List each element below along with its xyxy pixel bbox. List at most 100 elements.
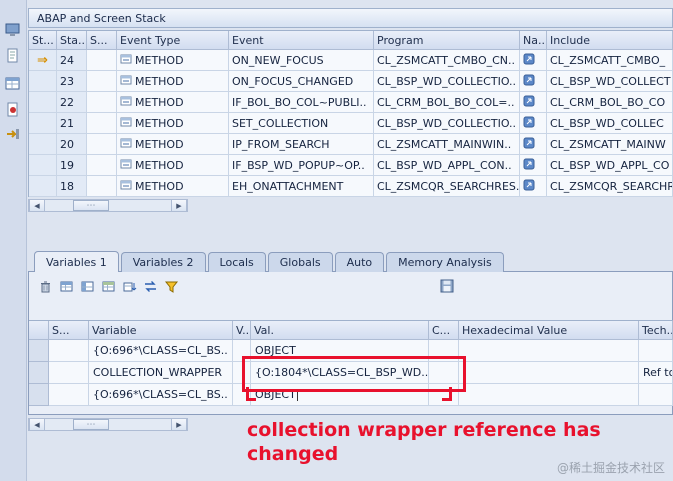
tab-auto[interactable]: Auto	[334, 252, 385, 272]
navigation-arrow-icon[interactable]	[5, 126, 21, 142]
hex-value-cell	[459, 362, 639, 384]
stack-flag-cell	[87, 176, 117, 197]
stack-row[interactable]: ⇒ 24 METHOD ON_NEW_FOCUS CL_ZSMCATT_CMBO…	[29, 50, 673, 71]
scrollbar-track[interactable]	[45, 419, 171, 430]
hex-value-cell	[459, 384, 639, 406]
method-icon	[120, 53, 132, 68]
layout-table-3-icon[interactable]	[99, 277, 117, 295]
event-type-label: METHOD	[135, 158, 184, 172]
event-type-cell: METHOD	[117, 71, 229, 92]
row-selector[interactable]	[29, 362, 49, 384]
stack-row[interactable]: 23 METHOD ON_FOCUS_CHANGED CL_BSP_WD_COL…	[29, 71, 673, 92]
navigate-cell[interactable]	[520, 134, 547, 155]
tech-type-cell: Ref to	[639, 362, 673, 384]
highlight-corner-mark	[442, 398, 452, 401]
tab-variables-2[interactable]: Variables 2	[120, 252, 206, 272]
col-header-variable: Variable	[89, 321, 233, 340]
stack-row[interactable]: 20 METHOD IP_FROM_SEARCH CL_ZSMCATT_MAIN…	[29, 134, 673, 155]
scroll-left-icon[interactable]: ◀	[29, 419, 45, 430]
tab-variables-1[interactable]: Variables 1	[34, 251, 119, 272]
structure-icon[interactable]	[5, 76, 21, 92]
stack-pointer-cell	[29, 113, 57, 134]
breakpoint-icon[interactable]	[5, 102, 21, 118]
col-header-v: V...	[233, 321, 251, 340]
tech-type-cell	[639, 384, 673, 406]
col-header-s: S...	[87, 31, 117, 50]
col-header-na: Na...	[520, 31, 547, 50]
stack-header-row: St... Sta... S... Event Type Event Progr…	[29, 31, 673, 50]
layout-table-1-icon[interactable]	[57, 277, 75, 295]
scrollbar-thumb[interactable]	[73, 200, 109, 211]
navigate-cell[interactable]	[520, 113, 547, 134]
tab-memory-analysis[interactable]: Memory Analysis	[386, 252, 504, 272]
row-selector[interactable]	[29, 384, 49, 406]
navigate-cell[interactable]	[520, 71, 547, 92]
program-cell: CL_BSP_WD_COLLECTIO..	[374, 71, 520, 92]
row-selector[interactable]	[29, 340, 49, 362]
method-icon	[120, 137, 132, 152]
left-toolbar	[0, 0, 27, 481]
col-header-program: Program	[374, 31, 520, 50]
stack-horizontal-scrollbar[interactable]: ◀ ▶	[28, 199, 188, 212]
swap-layout-icon[interactable]	[141, 277, 159, 295]
stack-row[interactable]: 18 METHOD EH_ONATTACHMENT CL_ZSMCQR_SEAR…	[29, 176, 673, 197]
session-icon[interactable]	[5, 22, 21, 38]
highlight-rectangle	[242, 356, 466, 392]
navigate-cell[interactable]	[520, 155, 547, 176]
tab-globals[interactable]: Globals	[267, 252, 333, 272]
navigate-cell[interactable]	[520, 92, 547, 113]
stack-flag-cell	[87, 71, 117, 92]
method-icon	[120, 179, 132, 194]
event-cell: EH_ONATTACHMENT	[229, 176, 374, 197]
include-cell: CL_ZSMCATT_MAINW	[547, 134, 673, 155]
scroll-right-icon[interactable]: ▶	[171, 419, 187, 430]
col-header-include: Include	[547, 31, 673, 50]
s-cell	[49, 340, 89, 362]
tab-locals[interactable]: Locals	[207, 252, 266, 272]
filter-icon[interactable]	[162, 277, 180, 295]
stack-pointer-cell	[29, 176, 57, 197]
navigate-cell[interactable]	[520, 50, 547, 71]
stack-row[interactable]: 21 METHOD SET_COLLECTION CL_BSP_WD_COLLE…	[29, 113, 673, 134]
col-header-val: Val.	[251, 321, 429, 340]
variable-name-cell[interactable]: {O:696*\CLASS=CL_BS..	[89, 340, 233, 362]
scroll-left-icon[interactable]: ◀	[29, 200, 45, 211]
variables-tabstrip: Variables 1 Variables 2 Locals Globals A…	[34, 251, 504, 272]
stack-flag-cell	[87, 134, 117, 155]
stack-row[interactable]: 19 METHOD IF_BSP_WD_POPUP~OP.. CL_BSP_WD…	[29, 155, 673, 176]
stack-row[interactable]: 22 METHOD IF_BOL_BO_COL~PUBLI.. CL_CRM_B…	[29, 92, 673, 113]
save-icon[interactable]	[438, 277, 456, 295]
col-header-c: C...	[429, 321, 459, 340]
variable-name-cell[interactable]: COLLECTION_WRAPPER	[89, 362, 233, 384]
current-stack-pointer-icon: ⇒	[29, 50, 57, 71]
scrollbar-track[interactable]	[45, 200, 171, 211]
delete-icon[interactable]	[36, 277, 54, 295]
scrollbar-thumb[interactable]	[73, 419, 109, 430]
stack-panel-title: ABAP and Screen Stack	[28, 8, 673, 28]
program-cell: CL_BSP_WD_COLLECTIO..	[374, 113, 520, 134]
variables-panel: S... Variable V... Val. C... Hexadecimal…	[28, 271, 673, 415]
scroll-right-icon[interactable]: ▶	[171, 200, 187, 211]
sort-table-icon[interactable]	[120, 277, 138, 295]
tech-type-cell	[639, 340, 673, 362]
variables-horizontal-scrollbar[interactable]: ◀ ▶	[28, 418, 188, 431]
program-cell: CL_ZSMCATT_CMBO_CN..	[374, 50, 520, 71]
col-header-tech: Tech...	[639, 321, 673, 340]
editor-icon[interactable]	[5, 48, 21, 64]
program-cell: CL_ZSMCQR_SEARCHRES..	[374, 176, 520, 197]
event-type-cell: METHOD	[117, 134, 229, 155]
s-cell	[49, 384, 89, 406]
layout-table-2-icon[interactable]	[78, 277, 96, 295]
navigate-icon	[523, 137, 535, 152]
stack-level: 24	[57, 50, 87, 71]
stack-pointer-cell	[29, 71, 57, 92]
variable-name-cell[interactable]: {O:696*\CLASS=CL_BS..	[89, 384, 233, 406]
stack-level: 23	[57, 71, 87, 92]
col-header-event: Event	[229, 31, 374, 50]
abap-stack-table: St... Sta... S... Event Type Event Progr…	[28, 30, 673, 197]
navigate-icon	[523, 95, 535, 110]
sap-debugger-window: ABAP and Screen Stack St... Sta... S... …	[0, 0, 673, 481]
navigate-cell[interactable]	[520, 176, 547, 197]
include-cell: CL_BSP_WD_COLLECT	[547, 71, 673, 92]
event-type-label: METHOD	[135, 95, 184, 109]
